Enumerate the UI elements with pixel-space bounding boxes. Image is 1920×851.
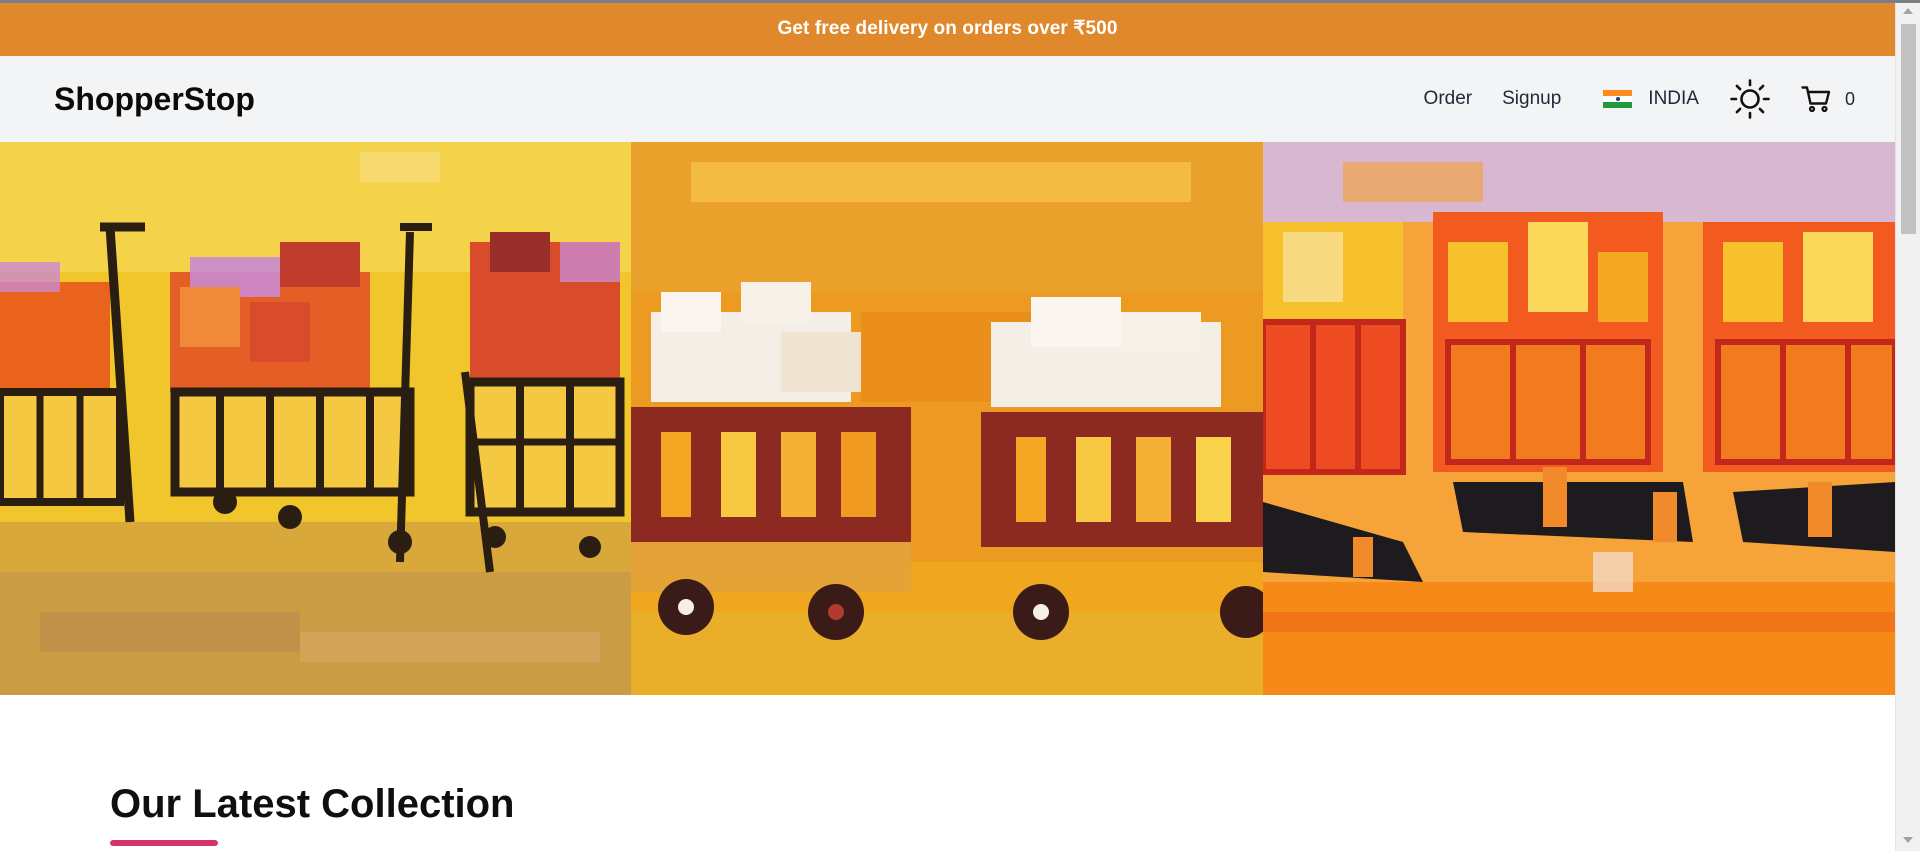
hero-image-orange-carts bbox=[631, 142, 1263, 695]
nav-signup-link[interactable]: Signup bbox=[1502, 88, 1561, 110]
hero-panel-orange-carts bbox=[631, 142, 1263, 695]
hero-panel-red-carts bbox=[1263, 142, 1895, 695]
announcement-bar: Get free delivery on orders over ₹500 bbox=[0, 0, 1895, 56]
scrollbar-thumb[interactable] bbox=[1901, 24, 1916, 234]
browser-viewport: Get free delivery on orders over ₹500 Sh… bbox=[0, 0, 1895, 851]
brand-logo[interactable]: ShopperStop bbox=[54, 56, 255, 142]
cart-icon bbox=[1801, 86, 1831, 113]
theme-toggle-button[interactable] bbox=[1729, 78, 1771, 120]
india-flag-icon bbox=[1603, 89, 1633, 109]
page-scrollbar[interactable] bbox=[1895, 0, 1920, 851]
hero-image-red-carts bbox=[1263, 142, 1895, 695]
region-label: INDIA bbox=[1648, 88, 1699, 109]
nav-order-link[interactable]: Order bbox=[1424, 88, 1473, 110]
hero-image-yellow-carts bbox=[0, 142, 631, 695]
hero-banner bbox=[0, 142, 1895, 695]
cart-button[interactable]: 0 bbox=[1801, 85, 1855, 113]
latest-collection-section: Our Latest Collection bbox=[110, 780, 515, 846]
cart-count: 0 bbox=[1844, 88, 1855, 109]
scroll-down-arrow-icon[interactable] bbox=[1903, 837, 1913, 843]
section-title: Our Latest Collection bbox=[110, 782, 515, 826]
sun-icon bbox=[1730, 79, 1770, 119]
site-header: ShopperStop Order Signup INDIA 0 bbox=[0, 56, 1895, 142]
main-nav: Order Signup INDIA 0 bbox=[1394, 56, 1855, 142]
section-title-underline bbox=[110, 840, 218, 846]
announcement-text: Get free delivery on orders over ₹500 bbox=[777, 17, 1118, 39]
scroll-up-arrow-icon[interactable] bbox=[1903, 8, 1913, 14]
page: Get free delivery on orders over ₹500 Sh… bbox=[0, 0, 1920, 851]
region-selector[interactable]: INDIA bbox=[1603, 88, 1699, 110]
hero-panel-yellow-carts bbox=[0, 142, 631, 695]
window-top-border bbox=[0, 0, 1920, 3]
